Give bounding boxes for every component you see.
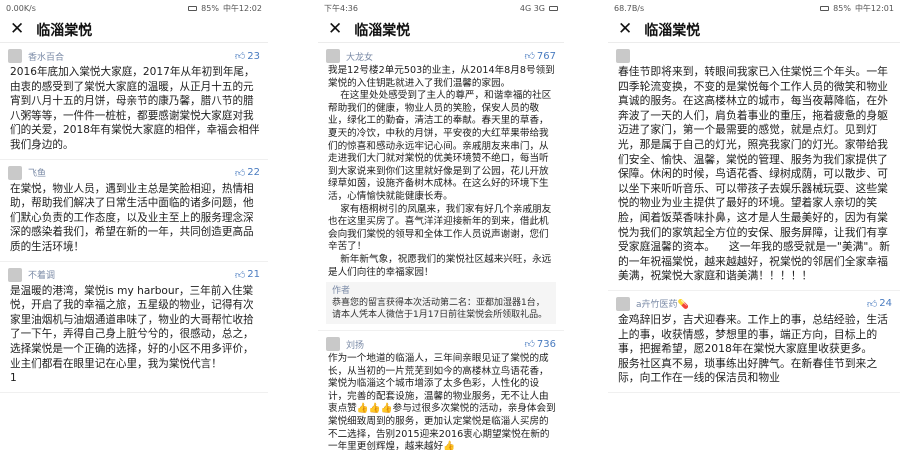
clock: 中午12:01 — [854, 4, 894, 13]
comment-author: 刘扬 — [346, 340, 365, 351]
close-icon[interactable]: ✕ — [618, 21, 632, 38]
like-button[interactable]: 👍︎ 21 — [235, 269, 260, 281]
top-bar: ✕ 临淄棠悦 — [608, 17, 900, 43]
comment-text: 是温暖的港湾，棠悦is my harbour，三年前入住棠悦，开启了我的幸福之旅… — [10, 284, 254, 385]
thumbs-up-icon: 👍︎ — [524, 51, 535, 62]
reply-author: 作者 — [332, 286, 351, 297]
comment-item: 春佳节即将来到，转眼间我家已入住棠悦三个年头。一年四季轮流变换，不变的是棠悦每个… — [608, 43, 900, 291]
battery-icon — [549, 6, 558, 11]
thumbs-up-icon: 👍︎ — [234, 269, 246, 281]
comment-text: 我是12号楼2单元503的业主，从2014年8月8号领到棠悦的入住钥匙就进入了我… — [328, 65, 555, 278]
like-count: 767 — [536, 50, 556, 62]
page-title: 临淄棠悦 — [354, 22, 411, 39]
comment-item: 大龙女 👍︎ 767 我是12号楼2单元503的业主，从2014年8月8号领到棠… — [318, 43, 564, 332]
clock: 中午12:02 — [222, 4, 262, 13]
close-icon[interactable]: ✕ — [328, 21, 342, 38]
like-count: 21 — [247, 269, 260, 281]
comment-text: 金鸡辞旧岁，吉犬迎春来。工作上的事，总结经验，生活上的事，收获情感，梦想里的事，… — [618, 312, 888, 385]
network-indicator: 4G 3G — [519, 4, 545, 13]
avatar[interactable] — [326, 337, 340, 352]
avatar[interactable] — [8, 49, 22, 63]
avatar[interactable] — [8, 165, 22, 180]
comment-author: 不着调 — [28, 271, 56, 282]
comment-text: 2016年底加入棠悦大家庭，2017年从年初到年尾，由衷的感受到了棠悦大家庭的温… — [10, 66, 260, 151]
thumbs-up-icon: 👍︎ — [524, 339, 535, 351]
top-bar: ✕ 临淄棠悦 — [0, 17, 268, 43]
battery-level: 85% — [833, 4, 851, 13]
page-title: 临淄棠悦 — [644, 22, 701, 39]
comment-text: 春佳节即将来到，转眼间我家已入住棠悦三个年头。一年四季轮流变换，不变的是棠悦每个… — [618, 65, 890, 283]
network-speed: 68.7B/s — [614, 4, 645, 13]
clock: 下午4:36 — [324, 4, 358, 13]
comment-item: 不着调 👍︎ 21 是温暖的港湾，棠悦is my harbour，三年前入住棠悦… — [0, 262, 268, 393]
reply-text: 恭喜您的留言获得本次活动第二名：亚都加湿器1台，请本人凭本人微信于1月17日前往… — [332, 298, 548, 321]
like-count: 24 — [879, 298, 892, 310]
battery-icon — [820, 6, 830, 11]
comment-author: 香水百合 — [28, 52, 65, 63]
like-button[interactable]: 👍︎ 767 — [524, 50, 556, 63]
like-button[interactable]: 👍︎ 736 — [524, 338, 556, 351]
comment-text: 作为一个地道的临淄人，三年间亲眼见证了棠悦的成长，从当初的一片荒芜到如今的高楼林… — [328, 353, 556, 450]
avatar[interactable] — [616, 296, 630, 311]
screenshot-1: 0.00K/s 85% 中午12:02 ✕ 临淄棠悦 香水百合 👍︎ 23 20… — [0, 0, 268, 450]
like-count: 736 — [536, 338, 556, 350]
screenshot-3: 68.7B/s 85% 中午12:01 ✕ 临淄棠悦 春佳节即将来到，转眼间我家… — [608, 0, 900, 450]
status-bar: 0.00K/s 85% 中午12:02 — [0, 0, 268, 17]
comment-author: 大龙女 — [346, 52, 374, 63]
battery-icon — [188, 6, 198, 11]
comment-text: 在棠悦，物业人员，遇到业主总是笑脸相迎，热情相助，帮助我们解决了日常生活中面临的… — [10, 182, 254, 253]
comment-item: 刘扬 👍︎ 736 作为一个地道的临淄人，三年间亲眼见证了棠悦的成长，从当初的一… — [318, 331, 564, 450]
avatar[interactable] — [616, 49, 630, 63]
like-button[interactable]: 👍︎ 24 — [867, 298, 892, 310]
avatar[interactable] — [8, 267, 22, 282]
screenshot-2: 下午4:36 4G 3G ✕ 临淄棠悦 大龙女 👍︎ 767 我是12号楼2单元… — [318, 0, 564, 450]
like-button[interactable]: 👍︎ 22 — [235, 167, 260, 179]
like-count: 22 — [247, 167, 260, 179]
comment-item: a卉竹医药💊 👍︎ 24 金鸡辞旧岁，吉犬迎春来。工作上的事，总结经验，生活上的… — [608, 291, 900, 393]
page-title: 临淄棠悦 — [36, 22, 93, 39]
network-speed: 0.00K/s — [6, 4, 36, 13]
author-reply: 作者 恭喜您的留言获得本次活动第二名：亚都加湿器1台，请本人凭本人微信于1月17… — [326, 282, 556, 325]
thumbs-up-icon: 👍︎ — [234, 51, 246, 62]
top-bar: ✕ 临淄棠悦 — [318, 17, 564, 43]
thumbs-up-icon: 👍︎ — [866, 298, 878, 310]
battery-level: 85% — [201, 4, 219, 13]
status-bar: 下午4:36 4G 3G — [318, 0, 564, 17]
close-icon[interactable]: ✕ — [10, 21, 24, 38]
status-bar: 68.7B/s 85% 中午12:01 — [608, 0, 900, 17]
comment-item: 飞鱼 👍︎ 22 在棠悦，物业人员，遇到业主总是笑脸相迎，热情相助，帮助我们解决… — [0, 160, 268, 262]
thumbs-up-icon: 👍︎ — [234, 167, 246, 179]
like-count: 23 — [247, 50, 260, 62]
avatar[interactable] — [326, 49, 340, 63]
comment-author: a卉竹医药💊 — [636, 300, 689, 311]
comment-author: 飞鱼 — [28, 169, 47, 180]
comment-item: 香水百合 👍︎ 23 2016年底加入棠悦大家庭，2017年从年初到年尾，由衷的… — [0, 43, 268, 160]
like-button[interactable]: 👍︎ 23 — [234, 50, 260, 63]
